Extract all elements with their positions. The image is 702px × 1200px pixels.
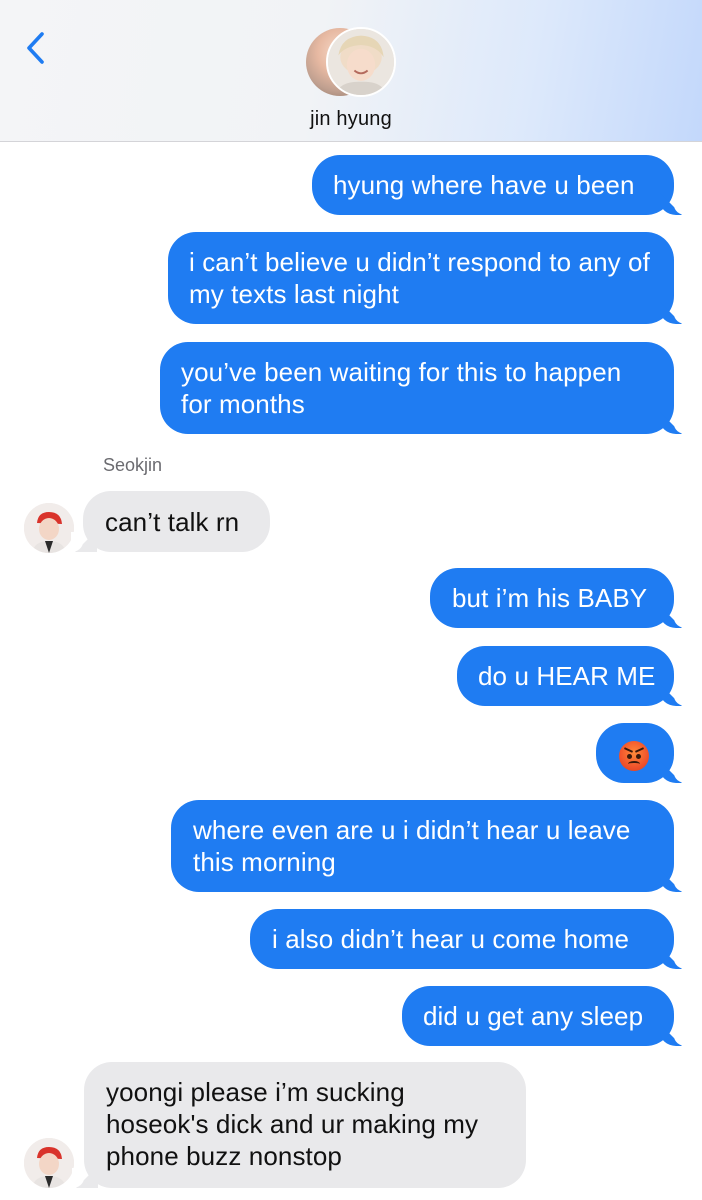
message-bubble-outgoing[interactable]: but i’m his BABY xyxy=(430,568,686,628)
sender-name: Seokjin xyxy=(103,455,163,475)
message-text: hyung where have u been xyxy=(333,170,635,200)
message-bubble-outgoing[interactable]: hyung where have u been xyxy=(312,155,686,215)
message-text: did u get any sleep xyxy=(423,1001,644,1031)
sender-avatar[interactable] xyxy=(24,1138,74,1188)
message-text: do u HEAR ME xyxy=(478,661,656,691)
message-bubble-outgoing[interactable]: you’ve been waiting for this to happen f… xyxy=(160,342,686,434)
message-bubble-incoming[interactable]: can’t talk rn xyxy=(71,491,270,552)
sender-avatar[interactable] xyxy=(24,503,74,553)
contact-name[interactable]: jin hyung xyxy=(0,108,702,131)
message-text: you’ve been waiting for this to happen f… xyxy=(181,357,622,419)
message-text: where even are u i didn’t hear u leave t… xyxy=(193,815,631,877)
chevron-left-icon xyxy=(27,32,44,64)
message-bubble-outgoing[interactable]: where even are u i didn’t hear u leave t… xyxy=(171,800,686,892)
conversation-header: jin hyung xyxy=(0,0,702,142)
contact-avatar[interactable] xyxy=(306,27,396,99)
message-bubble-outgoing[interactable]: did u get any sleep xyxy=(402,986,686,1046)
message-text: i also didn’t hear u come home xyxy=(272,924,630,954)
message-text: yoongi please i’m sucking hoseok's dick … xyxy=(106,1077,479,1171)
message-text: can’t talk rn xyxy=(105,507,240,537)
angry-face-emoji xyxy=(619,741,649,772)
message-bubble-incoming[interactable]: yoongi please i’m sucking hoseok's dick … xyxy=(72,1062,526,1188)
contact-avatar-photo xyxy=(326,27,396,97)
message-bubble-outgoing[interactable] xyxy=(596,723,686,783)
back-button[interactable] xyxy=(22,30,52,66)
message-bubble-outgoing[interactable]: i can’t believe u didn’t respond to any … xyxy=(168,232,686,324)
message-text: but i’m his BABY xyxy=(452,583,648,613)
message-bubble-outgoing[interactable]: i also didn’t hear u come home xyxy=(250,909,686,969)
message-text: i can’t believe u didn’t respond to any … xyxy=(189,247,650,309)
message-bubble-outgoing[interactable]: do u HEAR ME xyxy=(457,646,686,706)
